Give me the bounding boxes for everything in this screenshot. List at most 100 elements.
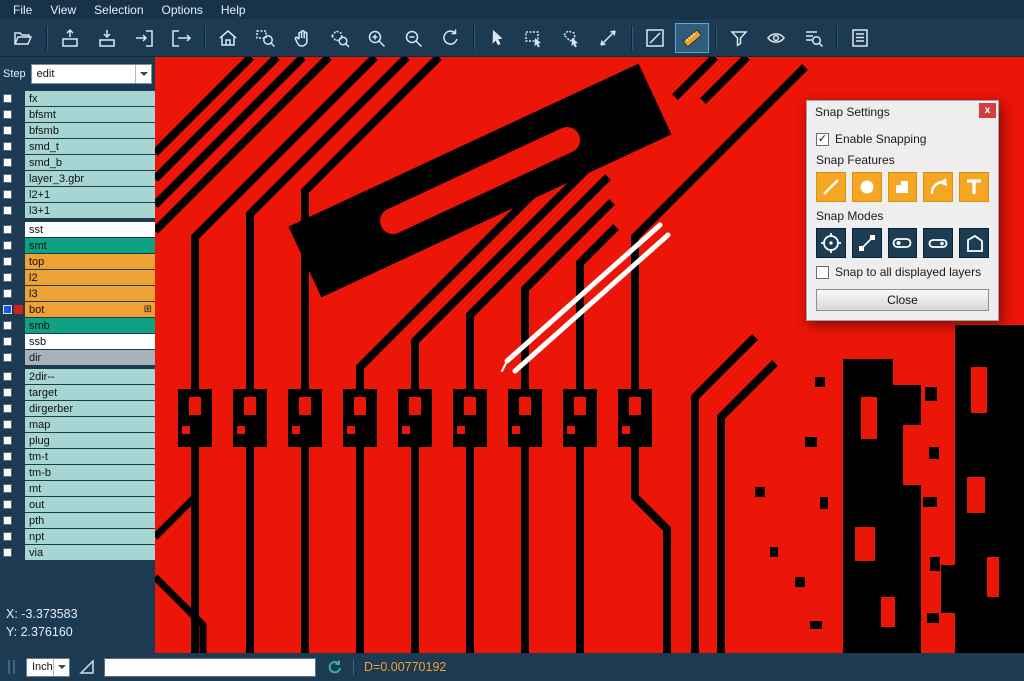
layer-name[interactable]: bfsmb: [25, 123, 155, 138]
layer-row[interactable]: l3: [0, 286, 155, 301]
menu-item-options[interactable]: Options: [153, 2, 212, 18]
layer-row[interactable]: bfsmb: [0, 123, 155, 138]
layer-visibility-checkbox[interactable]: [3, 190, 12, 199]
layer-row[interactable]: sst: [0, 222, 155, 237]
layer-row[interactable]: smt: [0, 238, 155, 253]
layer-name[interactable]: out: [25, 497, 155, 512]
layer-visibility-checkbox[interactable]: [3, 126, 12, 135]
layer-row[interactable]: tm-t: [0, 449, 155, 464]
layer-name[interactable]: ssb: [25, 334, 155, 349]
menu-item-file[interactable]: File: [4, 2, 41, 18]
chevron-down-icon[interactable]: [135, 65, 151, 83]
layer-name[interactable]: dirgerber: [25, 401, 155, 416]
snap-feature-surface-button[interactable]: [888, 172, 918, 202]
layer-row[interactable]: out: [0, 497, 155, 512]
layer-visibility-checkbox[interactable]: [3, 321, 12, 330]
ruler-tool[interactable]: [675, 23, 709, 53]
import-tool[interactable]: [127, 23, 161, 53]
layer-row[interactable]: tm-b: [0, 465, 155, 480]
layer-name[interactable]: bfsmt: [25, 107, 155, 122]
snap-mode-slot-b-button[interactable]: [923, 228, 953, 258]
layer-visibility-checkbox[interactable]: [3, 94, 12, 103]
layer-row[interactable]: top: [0, 254, 155, 269]
layer-row[interactable]: smb: [0, 318, 155, 333]
enable-snapping-checkbox[interactable]: ✓: [816, 133, 829, 146]
enable-snapping-row[interactable]: ✓ Enable Snapping: [816, 132, 989, 146]
layer-visibility-checkbox[interactable]: [3, 241, 12, 250]
layer-visibility-checkbox[interactable]: [3, 436, 12, 445]
pcb-canvas[interactable]: Snap Settings x ✓ Enable Snapping Snap F…: [155, 57, 1024, 653]
measure-tool[interactable]: [591, 23, 625, 53]
zoom-fit-tool[interactable]: [433, 23, 467, 53]
menu-item-selection[interactable]: Selection: [85, 2, 152, 18]
layer-visibility-checkbox[interactable]: [3, 404, 12, 413]
layer-visibility-checkbox[interactable]: [3, 500, 12, 509]
layer-name[interactable]: pth: [25, 513, 155, 528]
layer-name[interactable]: smd_b: [25, 155, 155, 170]
pan-tool[interactable]: [285, 23, 319, 53]
layer-name[interactable]: map: [25, 417, 155, 432]
layer-visibility-checkbox[interactable]: [3, 532, 12, 541]
layer-name[interactable]: l3: [25, 286, 155, 301]
all-layers-row[interactable]: Snap to all displayed layers: [816, 265, 989, 279]
layer-visibility-checkbox[interactable]: [3, 388, 12, 397]
snap-feature-line-button[interactable]: [816, 172, 846, 202]
layer-visibility-checkbox[interactable]: [3, 305, 12, 314]
triangle-ruler-icon[interactable]: [78, 658, 96, 676]
layer-visibility-checkbox[interactable]: [3, 548, 12, 557]
open-tool[interactable]: [6, 23, 40, 53]
layer-name[interactable]: mt: [25, 481, 155, 496]
layer-name[interactable]: smd_t: [25, 139, 155, 154]
export-down-tool[interactable]: [90, 23, 124, 53]
layer-name[interactable]: tm-b: [25, 465, 155, 480]
layer-visibility-checkbox[interactable]: [3, 468, 12, 477]
draw-line-tool[interactable]: [638, 23, 672, 53]
select-rectangle-tool[interactable]: [517, 23, 551, 53]
layer-visibility-checkbox[interactable]: [3, 516, 12, 525]
layer-visibility-checkbox[interactable]: [3, 353, 12, 362]
layer-row[interactable]: npt: [0, 529, 155, 544]
layer-row[interactable]: mt: [0, 481, 155, 496]
layer-name[interactable]: l2: [25, 270, 155, 285]
layer-visibility-checkbox[interactable]: [3, 452, 12, 461]
all-layers-checkbox[interactable]: [816, 266, 829, 279]
layer-name[interactable]: l3+1: [25, 203, 155, 218]
layer-visibility-checkbox[interactable]: [3, 174, 12, 183]
zoom-window-tool[interactable]: [248, 23, 282, 53]
statusbar-input[interactable]: [104, 658, 316, 677]
layer-visibility-checkbox[interactable]: [3, 372, 12, 381]
layer-name[interactable]: plug: [25, 433, 155, 448]
layer-row[interactable]: layer_3.gbr: [0, 171, 155, 186]
select-polygon-tool[interactable]: [554, 23, 588, 53]
step-select[interactable]: edit: [31, 64, 152, 84]
layer-name[interactable]: smt: [25, 238, 155, 253]
close-icon[interactable]: x: [979, 103, 996, 118]
snap-mode-center-button[interactable]: [816, 228, 846, 258]
layer-name[interactable]: 2dir--: [25, 369, 155, 384]
statusbar-grip[interactable]: [8, 660, 18, 674]
layer-row[interactable]: 2dir--: [0, 369, 155, 384]
chevron-down-icon[interactable]: [53, 659, 69, 676]
layer-name[interactable]: bot⊞: [25, 302, 155, 317]
home-tool[interactable]: [211, 23, 245, 53]
layer-name[interactable]: fx: [25, 91, 155, 106]
dialog-title-bar[interactable]: Snap Settings x: [807, 101, 998, 123]
select-tool[interactable]: [480, 23, 514, 53]
menu-item-help[interactable]: Help: [212, 2, 255, 18]
zoom-polygon-tool[interactable]: [322, 23, 356, 53]
refresh-icon[interactable]: [326, 659, 343, 676]
layer-name[interactable]: npt: [25, 529, 155, 544]
snap-mode-slot-a-button[interactable]: [888, 228, 918, 258]
layer-row[interactable]: fx: [0, 91, 155, 106]
layer-row[interactable]: pth: [0, 513, 155, 528]
export-up-tool[interactable]: [53, 23, 87, 53]
export-tool[interactable]: [164, 23, 198, 53]
filter-tool[interactable]: [722, 23, 756, 53]
search-references-tool[interactable]: [796, 23, 830, 53]
layer-visibility-checkbox[interactable]: [3, 484, 12, 493]
layer-row[interactable]: l2: [0, 270, 155, 285]
layer-name[interactable]: top: [25, 254, 155, 269]
layer-row[interactable]: via: [0, 545, 155, 560]
layer-name[interactable]: dir: [25, 350, 155, 365]
close-button[interactable]: Close: [816, 289, 989, 311]
